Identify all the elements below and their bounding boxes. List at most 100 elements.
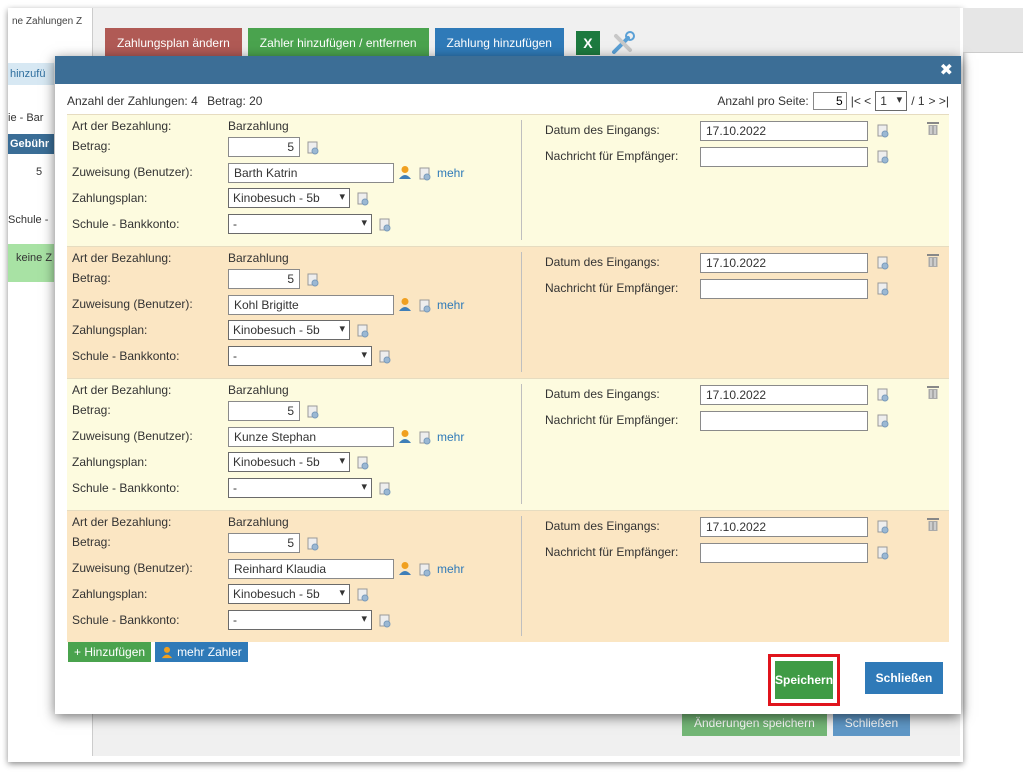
amount-input[interactable]: 5 — [228, 137, 300, 157]
pager-first-prev[interactable]: |< < — [851, 94, 871, 108]
copy-icon[interactable] — [877, 414, 889, 428]
payment-plan-select[interactable]: Kinobesuch - 5b ▾ — [228, 320, 350, 340]
tab-zahlungsplan-aendern[interactable]: Zahlungsplan ändern — [105, 28, 242, 58]
user-assignment-input[interactable]: Reinhard Klaudia — [228, 559, 394, 579]
background-side-label: ie - Bar — [8, 112, 44, 124]
chevron-down-icon: ▾ — [339, 587, 345, 599]
payments-modal: ✖ Anzahl der Zahlungen: 4 Betrag: 20 Anz… — [55, 56, 961, 714]
amount-input[interactable]: 5 — [228, 401, 300, 421]
payment-entry: Art der Bezahlung: Barzahlung Betrag: 5 … — [67, 114, 949, 246]
copy-icon[interactable] — [379, 218, 391, 232]
column-divider — [521, 120, 522, 240]
receipt-date-input[interactable]: 17.10.2022 — [700, 253, 868, 273]
label-zahlungsplan: Zahlungsplan: — [72, 323, 148, 337]
copy-icon[interactable] — [877, 520, 889, 534]
message-input[interactable] — [700, 279, 868, 299]
receipt-date-input[interactable]: 17.10.2022 — [700, 121, 868, 141]
payment-plan-select[interactable]: Kinobesuch - 5b ▾ — [228, 188, 350, 208]
message-input[interactable] — [700, 411, 868, 431]
tab-zahler-hinzufuegen[interactable]: Zahler hinzufügen / entfernen — [247, 28, 429, 58]
chevron-down-icon: ▾ — [896, 94, 903, 106]
copy-icon[interactable] — [357, 456, 369, 470]
column-divider — [521, 384, 522, 504]
per-page-label: Anzahl pro Seite: — [717, 94, 809, 108]
chevron-down-icon: ▾ — [339, 191, 345, 203]
message-input[interactable] — [700, 543, 868, 563]
copy-icon[interactable] — [877, 546, 889, 560]
copy-icon[interactable] — [877, 388, 889, 402]
tab-zahlung-hinzufuegen[interactable]: Zahlung hinzufügen — [434, 28, 564, 58]
copy-icon[interactable] — [307, 405, 319, 419]
copy-icon[interactable] — [307, 537, 319, 551]
tools-icon[interactable] — [610, 30, 636, 56]
copy-icon[interactable] — [379, 350, 391, 364]
copy-icon[interactable] — [419, 299, 431, 313]
amount-input[interactable]: 5 — [228, 269, 300, 289]
copy-icon[interactable] — [357, 192, 369, 206]
user-assignment-input[interactable]: Barth Katrin — [228, 163, 394, 183]
user-icon[interactable] — [398, 297, 412, 312]
excel-export-icon[interactable]: X — [575, 31, 600, 55]
copy-icon[interactable] — [357, 588, 369, 602]
user-icon[interactable] — [398, 165, 412, 180]
receipt-date-input[interactable]: 17.10.2022 — [700, 517, 868, 537]
payment-plan-select[interactable]: Kinobesuch - 5b ▾ — [228, 584, 350, 604]
message-input[interactable] — [700, 147, 868, 167]
receipt-date-input[interactable]: 17.10.2022 — [700, 385, 868, 405]
bank-account-select[interactable]: - ▾ — [228, 214, 372, 234]
trash-icon[interactable] — [927, 121, 939, 135]
user-icon[interactable] — [398, 561, 412, 576]
per-page-input[interactable] — [812, 92, 847, 110]
label-betrag: Betrag: — [72, 271, 111, 285]
copy-icon[interactable] — [307, 141, 319, 155]
copy-icon[interactable] — [419, 167, 431, 181]
trash-icon[interactable] — [927, 385, 939, 399]
bottom-actions: + Hinzufügen mehr Zahler — [68, 642, 248, 662]
trash-icon[interactable] — [927, 517, 939, 531]
label-zuweisung: Zuweisung (Benutzer): — [72, 561, 193, 575]
copy-icon[interactable] — [357, 324, 369, 338]
copy-icon[interactable] — [877, 150, 889, 164]
summary-row: Anzahl der Zahlungen: 4 Betrag: 20 Anzah… — [55, 84, 961, 111]
more-users-link[interactable]: mehr — [437, 298, 464, 312]
copy-icon[interactable] — [419, 563, 431, 577]
add-payment-button[interactable]: + Hinzufügen — [68, 642, 152, 662]
copy-icon[interactable] — [419, 431, 431, 445]
user-assignment-input[interactable]: Kunze Stephan — [228, 427, 394, 447]
payment-count: Anzahl der Zahlungen: 4 — [67, 94, 198, 108]
trash-icon[interactable] — [927, 253, 939, 267]
payment-entry: Art der Bezahlung: Barzahlung Betrag: 5 … — [67, 378, 949, 510]
bank-account-select[interactable]: - ▾ — [228, 610, 372, 630]
background-breadcrumb: ne Zahlungen Z — [12, 16, 83, 27]
close-icon[interactable]: ✖ — [940, 60, 953, 80]
bank-account-select[interactable]: - ▾ — [228, 346, 372, 366]
copy-icon[interactable] — [379, 482, 391, 496]
save-button[interactable]: Speichern — [775, 661, 833, 699]
close-button[interactable]: Schließen — [865, 662, 943, 694]
more-payers-button[interactable]: mehr Zahler — [155, 642, 248, 662]
amount-input[interactable]: 5 — [228, 533, 300, 553]
background-fee-value: 5 — [36, 166, 43, 178]
payment-type: Barzahlung — [228, 383, 289, 397]
background-tabs: Zahlungsplan ändern Zahler hinzufügen / … — [105, 28, 636, 58]
copy-icon[interactable] — [877, 124, 889, 138]
copy-icon[interactable] — [379, 614, 391, 628]
pager-next-last[interactable]: > >| — [929, 94, 949, 108]
page-select[interactable]: 1 ▾ — [875, 91, 908, 111]
copy-icon[interactable] — [307, 273, 319, 287]
more-users-link[interactable]: mehr — [437, 562, 464, 576]
user-assignment-input[interactable]: Kohl Brigitte — [228, 295, 394, 315]
more-users-link[interactable]: mehr — [437, 430, 464, 444]
label-nachricht: Nachricht für Empfänger: — [545, 413, 679, 427]
copy-icon[interactable] — [877, 256, 889, 270]
label-bankkonto: Schule - Bankkonto: — [72, 217, 180, 231]
payment-plan-select[interactable]: Kinobesuch - 5b ▾ — [228, 452, 350, 472]
more-users-link[interactable]: mehr — [437, 166, 464, 180]
label-datum: Datum des Eingangs: — [545, 387, 660, 401]
background-add-button[interactable]: hinzufü — [8, 63, 54, 85]
bank-account-select[interactable]: - ▾ — [228, 478, 372, 498]
user-icon[interactable] — [398, 429, 412, 444]
copy-icon[interactable] — [877, 282, 889, 296]
chevron-down-icon: ▾ — [339, 455, 345, 467]
label-art: Art der Bezahlung: — [72, 119, 172, 133]
